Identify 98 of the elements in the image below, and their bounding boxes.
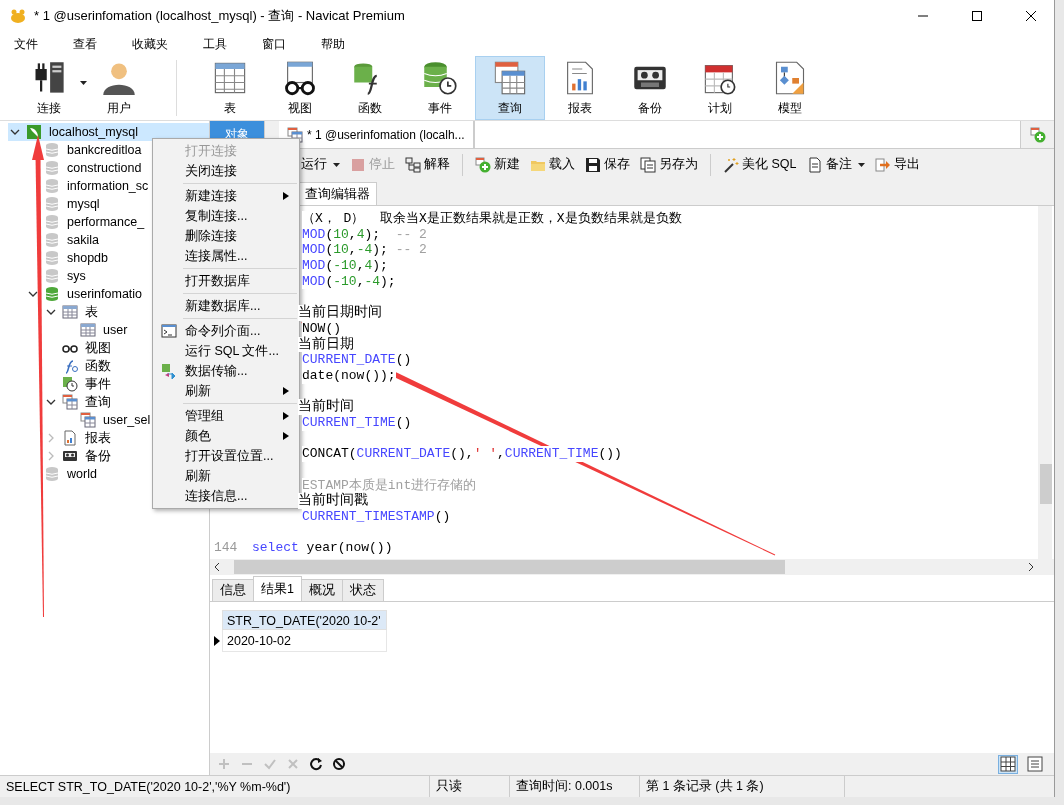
status-text: 只读 — [430, 776, 510, 797]
query-icon — [80, 412, 96, 428]
result-tab[interactable]: 状态 — [341, 579, 384, 601]
menu-item[interactable]: 新建连接 — [153, 186, 299, 206]
menu-item[interactable]: 刷新 — [153, 466, 299, 486]
result-tab[interactable]: 信息 — [212, 579, 254, 601]
database-icon — [44, 178, 60, 194]
toolbar-button[interactable]: 计划 — [685, 56, 755, 120]
database-icon — [44, 196, 60, 212]
document-icon — [806, 156, 823, 173]
status-text: 第 1 条记录 (共 1 条) — [640, 776, 845, 797]
toolbar-button[interactable]: 解释 — [403, 154, 452, 175]
tree-item[interactable]: localhost_mysql — [8, 123, 209, 141]
glasses-table-icon — [282, 59, 318, 96]
flowchart-icon — [405, 156, 421, 173]
database-icon — [44, 268, 60, 284]
menu-item[interactable]: 删除连接 — [153, 226, 299, 246]
cassette-icon — [62, 448, 78, 464]
database-icon — [44, 142, 60, 158]
menu-item[interactable]: 复制连接... — [153, 206, 299, 226]
maximize-icon — [972, 11, 982, 21]
database-icon — [44, 160, 60, 176]
query-icon — [62, 394, 78, 410]
menu-item[interactable]: 颜色 — [153, 426, 299, 446]
toolbar-button[interactable]: 模型 — [755, 56, 825, 120]
toolbar-button[interactable]: 运行 — [299, 154, 342, 175]
toolbar-button[interactable]: 载入 — [528, 154, 577, 175]
menu-item[interactable]: 关闭连接 — [153, 161, 299, 181]
toolbar-button[interactable]: 导出 — [872, 154, 922, 175]
toolbar-button[interactable]: 保存 — [583, 154, 632, 175]
app-logo-icon — [10, 8, 26, 24]
terminal-icon — [161, 323, 177, 339]
editor-tab[interactable]: 查询编辑器 — [298, 182, 377, 205]
status-text: SELECT STR_TO_DATE('2020 10-2','%Y %m-%d') — [0, 776, 430, 797]
window-title: * 1 @userinfomation (localhost_mysql) - 查询 - Navicat Premium — [34, 7, 406, 25]
vertical-scrollbar[interactable] — [1038, 206, 1052, 559]
menu-item[interactable]: 查看 — [63, 33, 107, 55]
menu-item[interactable]: 文件 — [4, 33, 48, 55]
data-transfer-icon — [161, 363, 177, 379]
new-query-icon — [1029, 126, 1046, 143]
menu-item[interactable]: 数据传输... — [153, 361, 299, 381]
toolbar-button[interactable]: 表 — [195, 56, 265, 120]
close-icon — [1026, 11, 1036, 21]
menu-item[interactable]: 收藏夹 — [122, 33, 178, 55]
menu-item[interactable]: 连接属性... — [153, 246, 299, 266]
save-icon — [585, 156, 601, 173]
caret-icon[interactable] — [80, 81, 87, 85]
horizontal-scrollbar[interactable] — [210, 559, 1054, 575]
toolbar-button[interactable]: 报表 — [545, 56, 615, 120]
menu-item[interactable]: 刷新 — [153, 381, 299, 401]
toolbar-button[interactable]: 备份 — [615, 56, 685, 120]
column-header[interactable]: STR_TO_DATE('2020 10-2' — [222, 610, 387, 630]
status-text: 查询时间: 0.001s — [510, 776, 640, 797]
menu-item[interactable]: 窗口 — [252, 33, 296, 55]
toolbar-button[interactable]: 查询 — [475, 56, 545, 120]
menu-item[interactable]: 打开数据库 — [153, 271, 299, 291]
menu-item[interactable]: 运行 SQL 文件... — [153, 341, 299, 361]
database-icon — [44, 250, 60, 266]
database-icon — [44, 214, 60, 230]
save-copy-icon — [640, 156, 656, 173]
new-query-icon — [475, 156, 491, 173]
dolphin-icon — [26, 124, 42, 140]
database-clock-icon — [422, 59, 458, 96]
toolbar-button[interactable]: 另存为 — [638, 154, 700, 175]
document-tab[interactable]: * 1 @userinfomation (localh... — [279, 121, 474, 148]
form-view-button[interactable] — [1025, 754, 1045, 774]
toolbar-button[interactable]: 美化 SQL — [721, 154, 799, 175]
menu-item[interactable]: 新建数据库... — [153, 296, 299, 316]
database-icon — [44, 466, 60, 482]
export-icon — [874, 156, 891, 173]
table-icon — [80, 322, 96, 338]
table-cell: 2020-10-02 — [222, 630, 387, 652]
database-clock-icon — [62, 376, 78, 392]
toolbar-button[interactable]: 连接 — [14, 56, 84, 120]
toolbar-button[interactable]: 备注 — [804, 154, 867, 175]
magic-wand-icon — [723, 156, 739, 173]
toolbar-button[interactable]: 函数 — [335, 56, 405, 120]
stop-icon[interactable] — [331, 756, 347, 772]
query-table-icon — [492, 59, 528, 96]
menu-item[interactable]: 帮助 — [311, 33, 355, 55]
menu-item[interactable]: 连接信息... — [153, 486, 299, 506]
menu-item[interactable]: 管理组 — [153, 406, 299, 426]
database-icon — [44, 232, 60, 248]
table-icon — [62, 304, 78, 320]
refresh-icon[interactable] — [308, 756, 324, 772]
menu-item[interactable]: 命令列介面... — [153, 321, 299, 341]
report-icon — [62, 430, 78, 446]
toolbar-button[interactable]: 新建 — [473, 154, 522, 175]
stop-icon — [350, 156, 366, 173]
toolbar-button[interactable]: 用户 — [84, 56, 154, 120]
toolbar-button[interactable]: 事件 — [405, 56, 475, 120]
database-icon — [44, 286, 60, 302]
line-number: 144 — [213, 540, 239, 557]
menu-item[interactable]: 工具 — [193, 33, 237, 55]
toolbar-button[interactable]: 视图 — [265, 56, 335, 120]
grid-view-button[interactable] — [998, 754, 1018, 774]
result-tab[interactable]: 概况 — [300, 579, 343, 601]
menu-item[interactable]: 打开设置位置... — [153, 446, 299, 466]
